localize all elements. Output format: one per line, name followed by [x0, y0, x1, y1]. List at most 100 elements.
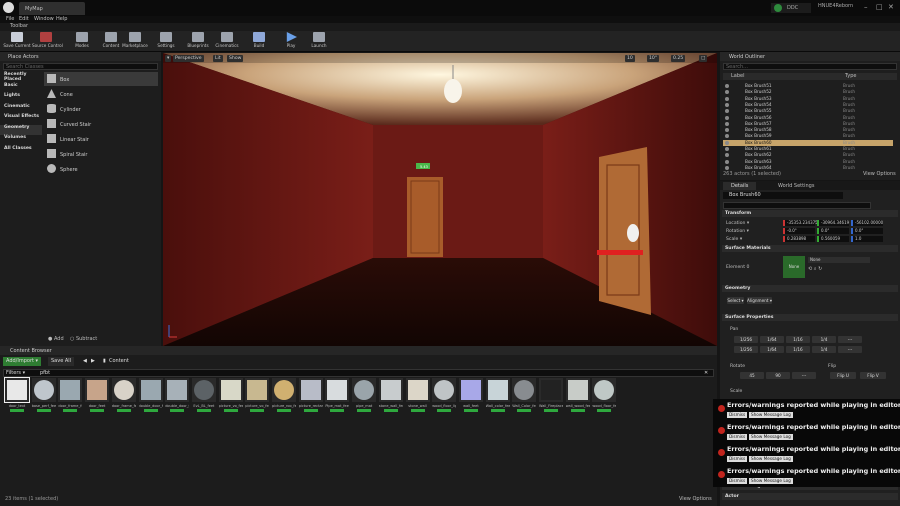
asset-curved-stair[interactable]: Curved Stair [44, 117, 158, 131]
show-message-log-button[interactable]: Show Message Log [749, 412, 793, 418]
close-button[interactable]: ✕ [888, 3, 894, 11]
asset-linear-stair[interactable]: Linear Stair [44, 132, 158, 146]
geometry-section[interactable]: Geometry [722, 285, 898, 292]
dismiss-button[interactable]: Dismiss [727, 478, 748, 484]
source-control-button[interactable]: Source Control [32, 32, 63, 51]
menu-edit[interactable]: Edit [19, 16, 29, 22]
rotate-45[interactable]: 45 [740, 372, 764, 379]
visibility-eye-icon[interactable] [725, 165, 729, 170]
outliner-row[interactable]: Box Brush55 Brush [723, 108, 893, 114]
pan-u-1-256[interactable]: 1/256 [734, 336, 758, 343]
asset-tile[interactable]: picture_rectangle_feet [298, 378, 323, 414]
location-label[interactable]: Location ▾ [726, 221, 749, 226]
type-column-header[interactable]: Type [845, 73, 856, 79]
history-forward-button[interactable]: ▶ [88, 357, 98, 366]
asset-tile[interactable]: stone_wall_feet [378, 378, 403, 414]
rotation-x[interactable]: -0.0° [783, 228, 815, 234]
pan-u-1-16[interactable]: 1/16 [786, 336, 810, 343]
category-geometry[interactable]: Geometry [0, 125, 42, 135]
toolbar-tab[interactable]: Toolbar [0, 23, 900, 31]
surface-properties-section[interactable]: Surface Properties [722, 314, 898, 321]
scale-y[interactable]: 0.560059 [817, 236, 849, 242]
asset-search-input[interactable]: pfbt [40, 370, 50, 376]
asset-tile[interactable]: wood_floor_feet [592, 378, 617, 414]
asset-tile[interactable]: double_door_frame [165, 378, 190, 414]
content-path-breadcrumb[interactable]: Content [106, 357, 132, 366]
show-message-log-button[interactable]: Show Message Log [749, 456, 793, 462]
lit-button[interactable]: Lit [213, 55, 223, 62]
asset-tile[interactable]: double_door_frame [138, 378, 163, 414]
asset-sphere[interactable]: Sphere [44, 162, 158, 176]
asset-tile[interactable]: Pipe_mat_feet [325, 378, 350, 414]
minimize-button[interactable]: – [864, 3, 868, 11]
alignment-dropdown[interactable]: Alignment ▾ [747, 297, 772, 304]
scale-z[interactable]: 1.0 [851, 236, 883, 242]
marketplace-button[interactable]: Marketplace [121, 32, 149, 51]
rotate-90[interactable]: 90 [766, 372, 790, 379]
rotation-label[interactable]: Rotation ▾ [726, 229, 749, 234]
rotation-y[interactable]: 0.0° [817, 228, 849, 234]
outliner-row[interactable]: Box Brush53 Brush [723, 96, 893, 102]
scale-x[interactable]: 0.283898 [783, 236, 815, 242]
outliner-row[interactable]: Box Brush57 Brush [723, 121, 893, 127]
blueprints-button[interactable]: Blueprints [184, 32, 212, 51]
asset-cone[interactable]: Cone [44, 87, 158, 101]
category-volumes[interactable]: Volumes [0, 135, 42, 145]
location-z[interactable]: -56102.00000 [851, 220, 883, 226]
location-y[interactable]: -30964.34619 [817, 220, 849, 226]
viewport-options-button[interactable]: ▾ [165, 55, 172, 62]
asset-tile[interactable]: door_frame_feet [111, 378, 136, 414]
save-current-button[interactable]: Save Current [3, 32, 31, 51]
visibility-eye-icon[interactable] [725, 147, 729, 151]
pan-v-1-16[interactable]: 1/16 [786, 346, 810, 353]
rotate-custom[interactable]: --- [792, 372, 816, 379]
category-basic[interactable]: Basic [0, 83, 42, 93]
rotation-z[interactable]: 0.0° [851, 228, 883, 234]
outliner-view-options[interactable]: View Options [863, 171, 896, 177]
surface-materials-section[interactable]: Surface Materials [722, 245, 898, 252]
select-dropdown[interactable]: Select ▾ [727, 297, 744, 304]
outliner-row[interactable]: Box Brush63 Brush [723, 159, 893, 165]
pan-v-1-256[interactable]: 1/256 [734, 346, 758, 353]
show-message-log-button[interactable]: Show Message Log [749, 434, 793, 440]
visibility-eye-icon[interactable] [725, 121, 729, 126]
actor-name-field[interactable]: Box Brush60 [723, 192, 843, 199]
world-settings-tab[interactable]: World Settings [778, 183, 814, 189]
asset-tile[interactable]: wood_floor_light [432, 378, 457, 414]
visibility-eye-icon[interactable] [725, 102, 729, 107]
visibility-eye-icon[interactable] [725, 90, 729, 95]
show-button[interactable]: Show [227, 55, 244, 62]
dismiss-button[interactable]: Dismiss [727, 456, 748, 462]
menu-help[interactable]: Help [56, 16, 67, 22]
menu-window[interactable]: Window [34, 16, 54, 22]
place-actors-tab[interactable]: Place Actors [0, 52, 161, 61]
dismiss-button[interactable]: Dismiss [727, 412, 748, 418]
visibility-eye-icon[interactable] [725, 134, 729, 139]
asset-tile[interactable]: picture_vo_feet [245, 378, 270, 414]
visibility-eye-icon[interactable] [725, 96, 729, 101]
add-import-button[interactable]: Add/Import ▾ [3, 357, 42, 366]
pan-u-1-4[interactable]: 1/4 [812, 336, 836, 343]
material-browse-icons[interactable]: ⟲ ⌕ ↻ [808, 266, 822, 272]
build-button[interactable]: Build [245, 32, 273, 51]
outliner-row[interactable]: Box Brush60 Brush [723, 139, 893, 146]
visibility-eye-icon[interactable] [725, 153, 729, 158]
visibility-eye-icon[interactable] [725, 109, 729, 114]
material-dropdown[interactable]: None [808, 257, 870, 263]
save-all-button[interactable]: Save All [48, 357, 75, 366]
asset-tile[interactable]: door_text [4, 377, 30, 414]
asset-tile[interactable]: door_frame_feet [58, 378, 83, 414]
menu-file[interactable]: File [6, 16, 14, 22]
actor-section[interactable]: Actor [722, 493, 898, 500]
clear-search-icon[interactable]: ✕ [704, 370, 708, 376]
rotation-snap-value[interactable]: 10° [647, 55, 660, 62]
label-column-header[interactable]: Label [731, 73, 745, 79]
asset-tile[interactable]: pipe_mat [352, 378, 377, 414]
grid-snap-value[interactable]: 10 [625, 55, 635, 62]
pan-u-1-64[interactable]: 1/64 [760, 336, 784, 343]
transform-section[interactable]: Transform [722, 210, 898, 217]
asset-tile[interactable]: wall_wood_feet [565, 378, 590, 414]
asset-tile[interactable]: stone_wall [405, 378, 430, 414]
outliner-row[interactable]: Box Brush54 Brush [723, 102, 893, 108]
pan-v-1-4[interactable]: 1/4 [812, 346, 836, 353]
